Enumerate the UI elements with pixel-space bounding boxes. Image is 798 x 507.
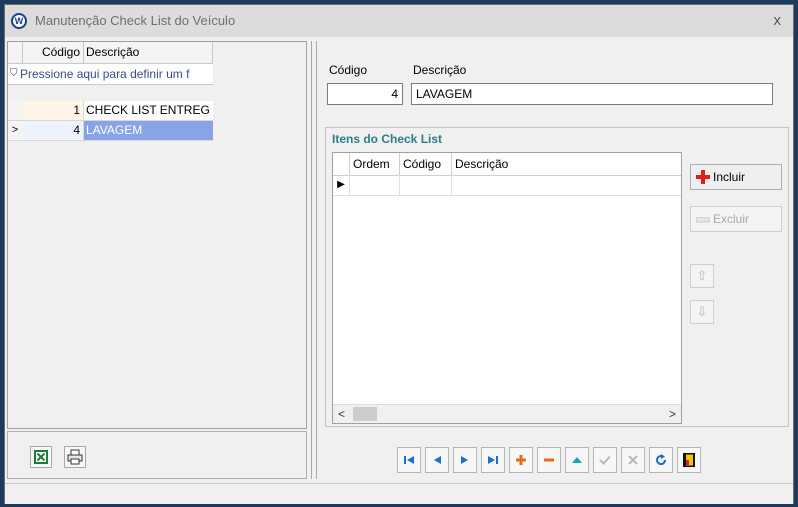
filter-prompt: Pressione aqui para definir um f [20, 67, 190, 81]
header-indicator [8, 42, 23, 63]
table-row[interactable]: 1 CHECK LIST ENTREG [8, 101, 213, 121]
status-bar [5, 483, 793, 504]
delete-record-button[interactable] [537, 447, 561, 473]
row-indicator [8, 101, 23, 120]
table-row[interactable]: ▶ [333, 175, 681, 196]
column-header-codigo[interactable]: Código [400, 153, 452, 175]
scroll-thumb[interactable] [353, 407, 377, 421]
edit-record-button[interactable] [565, 447, 589, 473]
printer-icon [67, 449, 83, 465]
main-window: W Manutenção Check List do Veículo x Cód… [4, 4, 794, 504]
x-icon [628, 455, 638, 465]
codigo-field[interactable]: 4 [327, 83, 403, 105]
remove-icon [696, 217, 710, 223]
cancel-record-button[interactable] [621, 447, 645, 473]
codigo-label: Código [329, 63, 368, 77]
cell-codigo[interactable] [400, 175, 452, 195]
insert-record-button[interactable] [509, 447, 533, 473]
prior-record-button[interactable] [425, 447, 449, 473]
last-icon [488, 456, 498, 464]
checklist-items-group: Itens do Check List Ordem Código Descriç… [325, 127, 789, 427]
items-grid: Ordem Código Descrição ▶ < > [332, 152, 682, 424]
export-excel-button[interactable] [30, 446, 52, 468]
column-header-descricao[interactable]: Descrição [452, 153, 681, 175]
last-record-button[interactable] [481, 447, 505, 473]
print-button[interactable] [64, 446, 86, 468]
left-toolbar [7, 431, 307, 479]
incluir-button[interactable]: Incluir [690, 164, 782, 190]
move-up-button[interactable]: ⇧ [690, 264, 714, 288]
checklist-grid: Código Descrição ⛉ Pressione aqui para d… [7, 41, 307, 429]
items-grid-header: Ordem Código Descrição [333, 153, 681, 176]
column-header-descricao[interactable]: Descrição [84, 42, 213, 63]
refresh-icon [656, 454, 667, 466]
cell-descricao: LAVAGEM [84, 121, 213, 140]
cell-codigo: 4 [22, 121, 84, 140]
refresh-button[interactable] [649, 447, 673, 473]
descricao-field[interactable]: LAVAGEM [411, 83, 773, 105]
header-indicator [333, 153, 350, 175]
triangle-up-icon [572, 457, 582, 463]
exit-door-icon [683, 453, 695, 467]
check-icon [599, 455, 611, 465]
excel-icon [34, 450, 48, 464]
scroll-right-icon[interactable]: > [664, 405, 681, 423]
incluir-label: Incluir [713, 170, 746, 184]
row-indicator-icon: ▶ [333, 175, 350, 195]
filter-icon: ⛉ [10, 68, 18, 79]
move-down-button[interactable]: ⇩ [690, 300, 714, 324]
title-bar: W Manutenção Check List do Veículo x [5, 5, 793, 37]
first-record-button[interactable] [397, 447, 421, 473]
add-icon [696, 170, 710, 184]
minus-icon [544, 458, 554, 462]
vw-logo-icon: W [11, 13, 27, 29]
table-row[interactable]: > 4 LAVAGEM [8, 121, 213, 141]
close-button[interactable]: x [774, 12, 782, 29]
cell-descricao: CHECK LIST ENTREG [84, 101, 213, 120]
group-title: Itens do Check List [332, 132, 443, 146]
column-header-ordem[interactable]: Ordem [350, 153, 400, 175]
filter-row[interactable]: ⛉ Pressione aqui para definir um f [8, 64, 213, 85]
row-indicator: > [8, 121, 23, 140]
cell-codigo: 1 [22, 101, 84, 120]
detail-panel: Código 4 Descrição LAVAGEM Itens do Chec… [317, 41, 793, 473]
cell-descricao[interactable] [452, 175, 681, 195]
cell-ordem[interactable] [350, 175, 400, 195]
exit-button[interactable] [677, 447, 701, 473]
next-icon [461, 456, 468, 464]
grid-header: Código Descrição [8, 42, 213, 64]
horizontal-scrollbar[interactable]: < > [333, 404, 681, 423]
plus-icon [516, 455, 526, 465]
scroll-left-icon[interactable]: < [333, 405, 350, 423]
descricao-label: Descrição [413, 63, 467, 77]
window-title: Manutenção Check List do Veículo [35, 13, 236, 28]
first-icon [404, 456, 414, 464]
excluir-button[interactable]: Excluir [690, 206, 782, 232]
excluir-label: Excluir [713, 212, 750, 226]
next-record-button[interactable] [453, 447, 477, 473]
column-header-codigo[interactable]: Código [22, 42, 84, 63]
prior-icon [434, 456, 441, 464]
post-record-button[interactable] [593, 447, 617, 473]
